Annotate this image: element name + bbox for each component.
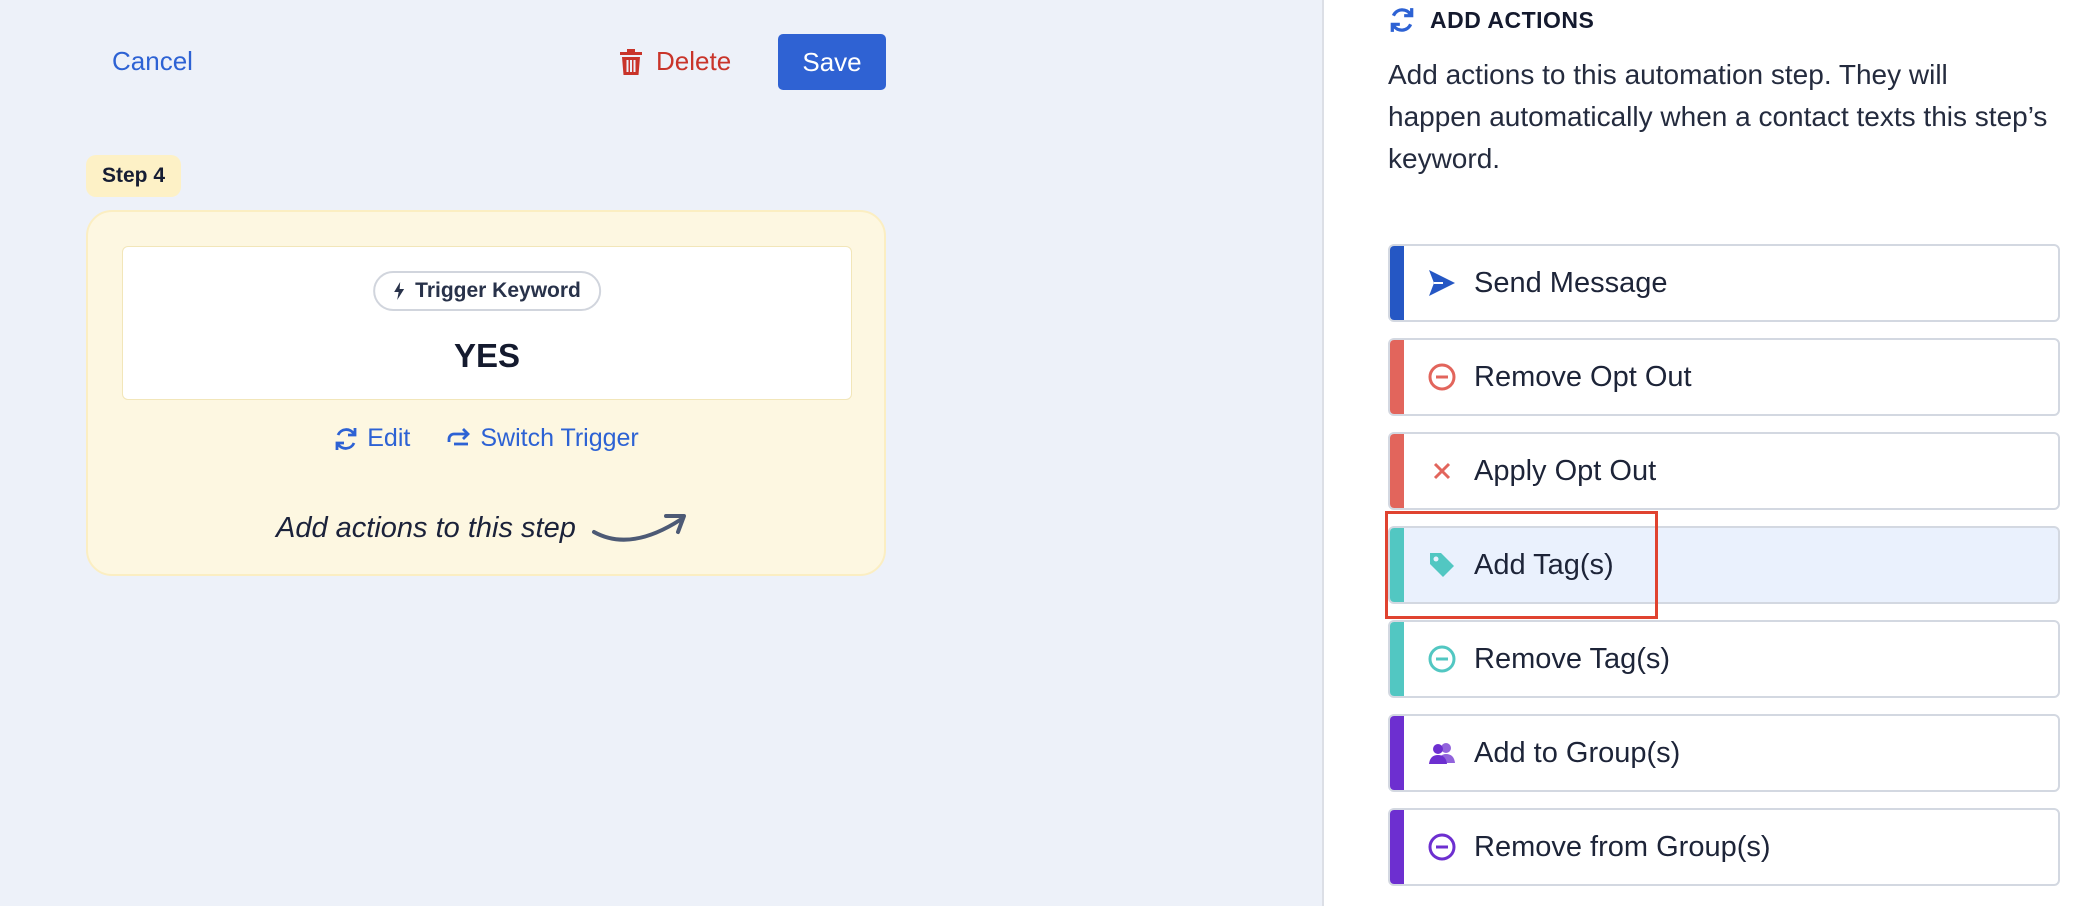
edit-trigger-button[interactable]: Edit	[333, 424, 410, 453]
add-actions-panel: ADD ACTIONS Add actions to this automati…	[1322, 0, 2100, 906]
save-button[interactable]: Save	[778, 34, 886, 90]
action-send-message[interactable]: Send Message	[1388, 244, 2060, 322]
automation-editor: Cancel Delete Save Step 4 Trigger Keywor…	[0, 0, 1322, 906]
minus-circle-icon	[1426, 361, 1458, 393]
minus-circle-icon	[1426, 643, 1458, 675]
action-remove-opt-out[interactable]: Remove Opt Out	[1388, 338, 2060, 416]
trigger-keyword-value: YES	[453, 337, 521, 374]
trigger-label: Trigger Keyword	[415, 279, 581, 302]
action-remove-tags[interactable]: Remove Tag(s)	[1388, 620, 2060, 698]
minus-circle-icon	[1426, 831, 1458, 863]
action-color-bar	[1390, 810, 1404, 884]
action-label: Remove Opt Out	[1474, 360, 1692, 393]
send-icon	[1426, 267, 1458, 299]
tag-icon	[1426, 549, 1458, 581]
close-icon	[1426, 455, 1458, 487]
refresh-icon	[1390, 8, 1414, 32]
step-badge: Step 4	[86, 155, 182, 197]
trigger-box: Trigger Keyword YES	[122, 246, 852, 400]
curved-arrow-icon	[591, 514, 686, 542]
action-label: Send Message	[1474, 266, 1668, 299]
delete-button[interactable]: Delete	[620, 46, 731, 77]
hint-text: Add actions to this step	[276, 511, 576, 544]
action-add-tags[interactable]: Add Tag(s)	[1388, 526, 2060, 604]
action-remove-from-groups[interactable]: Remove from Group(s)	[1388, 808, 2060, 886]
action-color-bar	[1390, 622, 1404, 696]
panel-header: ADD ACTIONS	[1388, 6, 1594, 34]
trash-icon	[620, 48, 642, 75]
users-icon	[1426, 737, 1458, 769]
step-card: Trigger Keyword YES Edit Switch Trigger …	[86, 210, 886, 576]
add-actions-hint: Add actions to this step	[276, 508, 694, 548]
editor-toolbar: Cancel Delete Save	[0, 0, 1322, 120]
trigger-keyword-pill: Trigger Keyword	[373, 271, 601, 311]
switch-arrow-icon	[447, 427, 471, 445]
action-label: Remove from Group(s)	[1474, 830, 1771, 863]
action-label: Add Tag(s)	[1474, 548, 1614, 581]
action-color-bar	[1390, 434, 1404, 508]
switch-trigger-label: Switch Trigger	[480, 424, 639, 452]
action-color-bar	[1390, 246, 1404, 320]
trigger-actions: Edit Switch Trigger	[88, 424, 884, 453]
delete-label: Delete	[656, 46, 732, 76]
cancel-button[interactable]: Cancel	[112, 46, 193, 77]
action-label: Remove Tag(s)	[1474, 642, 1671, 675]
panel-title: ADD ACTIONS	[1430, 6, 1595, 33]
action-add-to-groups[interactable]: Add to Group(s)	[1388, 714, 2060, 792]
switch-trigger-button[interactable]: Switch Trigger	[446, 424, 639, 453]
action-label: Apply Opt Out	[1474, 454, 1657, 487]
action-label: Add to Group(s)	[1474, 736, 1681, 769]
refresh-icon	[335, 427, 357, 450]
lightning-icon	[394, 282, 405, 300]
action-apply-opt-out[interactable]: Apply Opt Out	[1388, 432, 2060, 510]
action-color-bar	[1390, 716, 1404, 790]
panel-description: Add actions to this automation step. The…	[1388, 59, 2048, 174]
action-color-bar	[1390, 340, 1404, 414]
action-color-bar	[1390, 528, 1404, 602]
edit-label: Edit	[367, 424, 411, 452]
